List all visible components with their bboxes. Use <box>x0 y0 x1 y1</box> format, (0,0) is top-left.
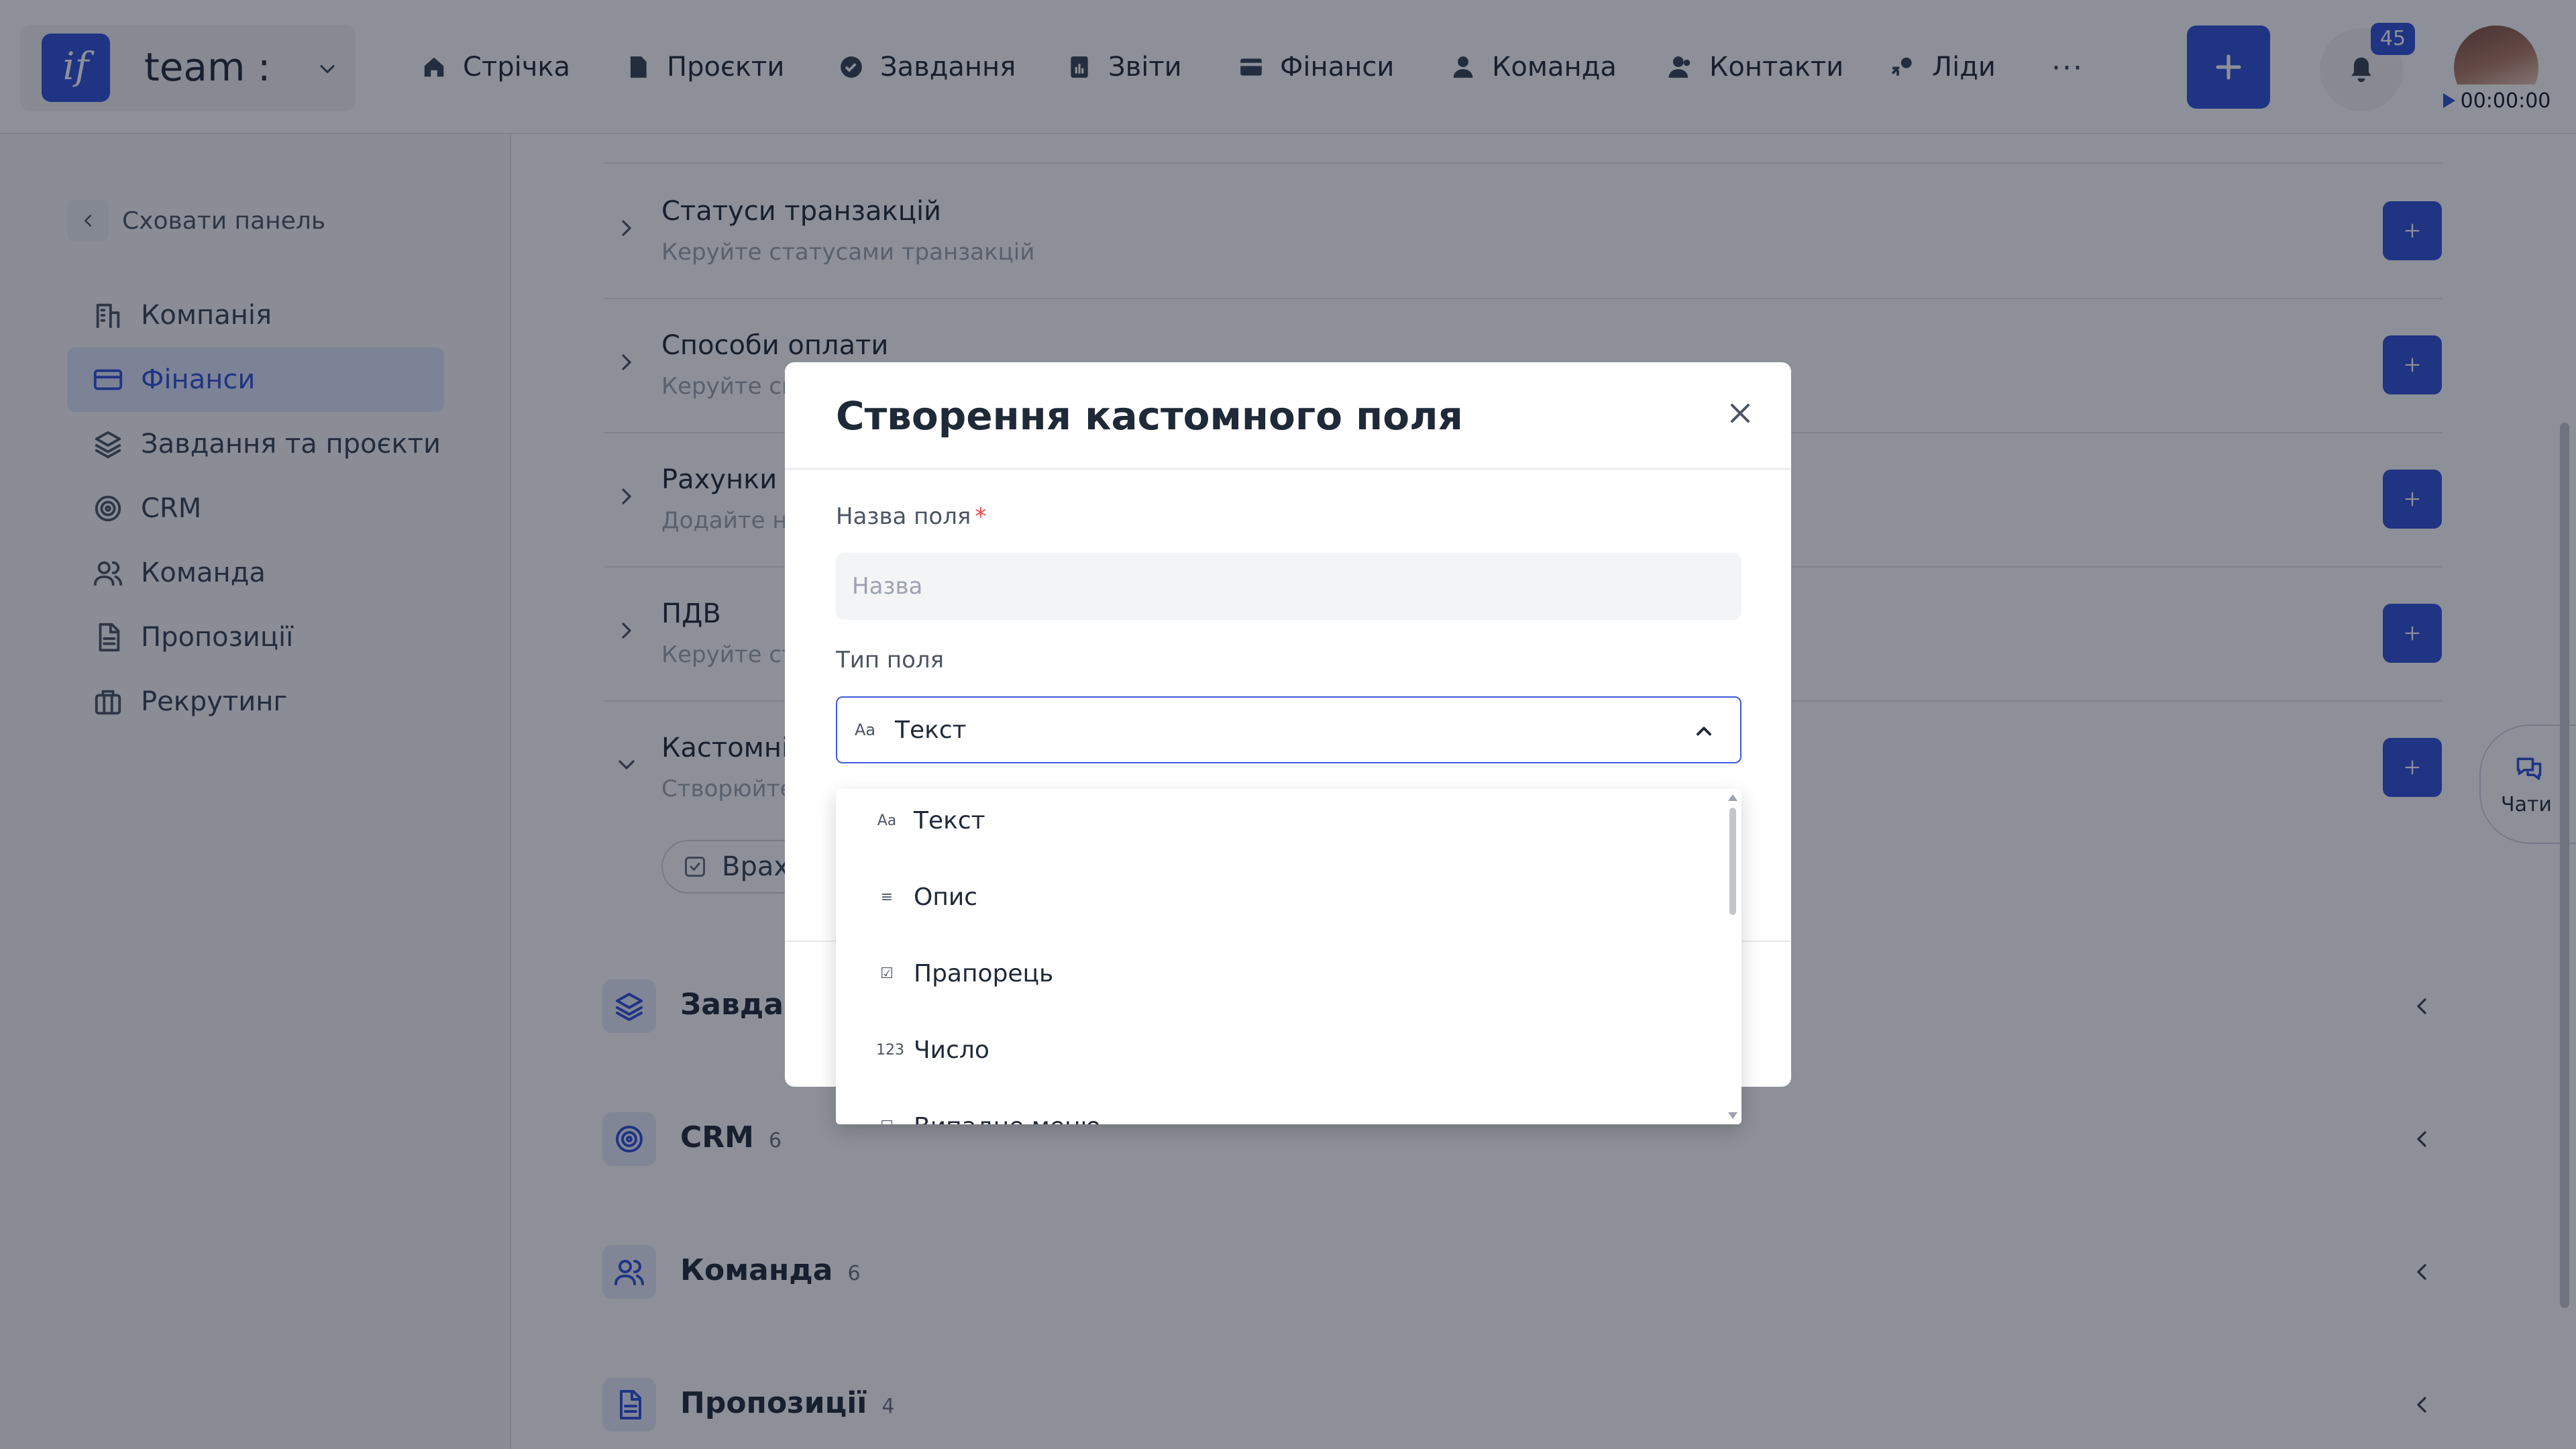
chevron-up-icon[interactable] <box>1692 719 1716 743</box>
number-icon: 123 <box>876 1041 904 1059</box>
option-checkbox[interactable]: ☑ Прапорець <box>836 935 1721 1012</box>
dialog-divider <box>785 468 1791 470</box>
option-text[interactable]: Aa Текст <box>836 789 1721 859</box>
text-type-icon: Aa <box>877 812 897 829</box>
option-label: Випадне меню <box>914 1113 1101 1125</box>
field-type-value: Текст <box>895 716 967 744</box>
option-description[interactable]: ≡ Опис <box>836 859 1721 935</box>
close-icon[interactable] <box>1724 397 1756 429</box>
lines-icon: ≡ <box>880 888 894 906</box>
text-type-icon: Aa <box>855 720 876 739</box>
checkbox-icon: ☑ <box>880 965 894 982</box>
select-icon: ☐ <box>876 1118 898 1125</box>
field-name-label: Назва поля * <box>836 503 987 530</box>
option-dropdown[interactable]: ☐ Випадне меню <box>836 1088 1721 1125</box>
scroll-down-arrow[interactable] <box>1728 1112 1737 1119</box>
dropdown-scrollbar-thumb[interactable] <box>1729 808 1736 915</box>
field-name-input[interactable] <box>836 553 1741 620</box>
option-label: Опис <box>914 883 978 911</box>
required-mark: * <box>975 503 987 530</box>
option-label: Число <box>914 1036 989 1064</box>
field-type-select[interactable]: Aa Текст <box>836 696 1741 763</box>
field-type-options: Aa Текст ≡ Опис ☑ Прапорець 123 Число ☐ … <box>836 789 1741 1124</box>
dialog-title: Створення кастомного поля <box>836 393 1463 439</box>
field-type-label: Тип поля <box>836 647 945 674</box>
scroll-up-arrow[interactable] <box>1728 794 1737 801</box>
option-label: Прапорець <box>914 959 1054 987</box>
option-number[interactable]: 123 Число <box>836 1012 1721 1088</box>
option-label: Текст <box>914 806 985 835</box>
